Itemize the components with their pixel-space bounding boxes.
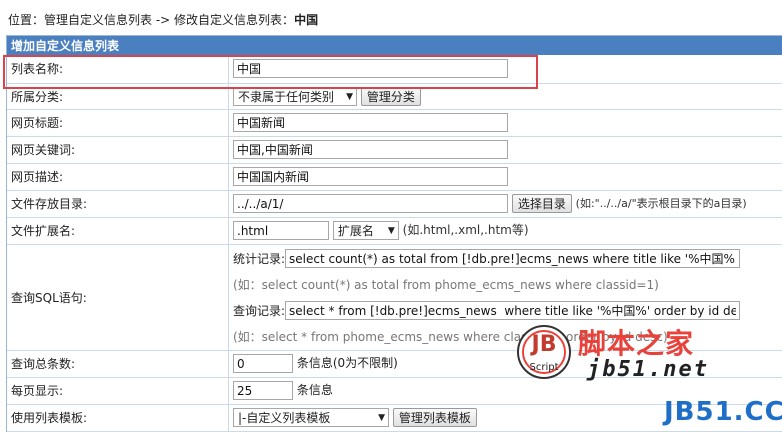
directory-label: 文件存放目录:	[7, 190, 229, 218]
category-selected: 不隶属于任何类别	[238, 89, 335, 104]
extension-select[interactable]: 扩展名 ▼	[332, 221, 399, 240]
total-unit: 条信息(0为不限制)	[296, 356, 398, 370]
breadcrumb-link-manage[interactable]: 管理自定义信息列表	[44, 13, 152, 27]
template-select[interactable]: |-自定义列表模板 ▼	[233, 408, 389, 427]
sql-query-input[interactable]	[285, 300, 741, 320]
breadcrumb-current-prefix: 修改自定义信息列表：	[174, 13, 295, 27]
per-page-label: 每页显示:	[7, 377, 229, 405]
select-directory-button[interactable]: 选择目录	[511, 194, 572, 213]
directory-input[interactable]	[233, 194, 508, 213]
list-name-label: 列表名称:	[7, 55, 229, 84]
per-page-input[interactable]	[233, 381, 293, 400]
keywords-input[interactable]	[233, 140, 508, 159]
panel-title: 增加自定义信息列表	[7, 36, 782, 55]
extension-selected: 扩展名	[337, 224, 374, 238]
sql-count-hint: (如：select count(*) as total from phome_e…	[233, 277, 659, 292]
sql-query-hint: (如：select * from phome_ecms_news where c…	[233, 329, 668, 344]
form-table: 列表名称: 所属分类: 不隶属于任何类别▼ 管理分类 网页标题: 网页关键词: …	[7, 55, 782, 432]
directory-hint: (如:"../../a/"表示根目录下的a目录)	[575, 197, 747, 210]
template-label: 使用列表模板:	[7, 404, 229, 432]
total-label: 查询总条数:	[7, 350, 229, 378]
extension-label: 文件扩展名:	[7, 217, 229, 245]
extension-input[interactable]	[233, 221, 329, 240]
category-select[interactable]: 不隶属于任何类别 ▼	[233, 86, 357, 106]
category-label: 所属分类:	[7, 83, 229, 110]
breadcrumb-prefix: 位置：	[8, 13, 45, 27]
breadcrumb: 位置：管理自定义信息列表 -> 修改自定义信息列表：中国	[8, 11, 318, 28]
sql-count-input[interactable]	[285, 248, 741, 268]
chevron-down-icon: ▼	[378, 413, 385, 423]
template-selected: |-自定义列表模板	[238, 411, 331, 425]
description-label: 网页描述:	[7, 163, 229, 191]
total-input[interactable]	[233, 354, 293, 373]
sql-count-label: 统计记录:	[233, 251, 286, 266]
manage-template-button[interactable]: 管理列表模板	[392, 408, 477, 427]
sql-label: 查询SQL语句:	[7, 244, 229, 351]
extension-hint: (如.html,.xml,.htm等)	[402, 223, 529, 237]
per-page-unit: 条信息	[296, 383, 333, 397]
chevron-down-icon: ▼	[387, 226, 395, 236]
breadcrumb-current-name: 中国	[294, 13, 319, 27]
list-name-input[interactable]	[233, 59, 508, 79]
breadcrumb-sep: ->	[152, 13, 175, 27]
description-input[interactable]	[233, 167, 508, 186]
chevron-down-icon: ▼	[346, 91, 353, 102]
manage-category-button[interactable]: 管理分类	[360, 86, 421, 106]
keywords-label: 网页关键词:	[7, 136, 229, 164]
page-title-input[interactable]	[233, 113, 508, 132]
form-panel: 增加自定义信息列表 列表名称: 所属分类: 不隶属于任何类别 ▼ 管理分类 网页标…	[6, 35, 782, 432]
sql-query-label: 查询记录:	[233, 303, 286, 318]
page-title-label: 网页标题:	[7, 109, 229, 137]
